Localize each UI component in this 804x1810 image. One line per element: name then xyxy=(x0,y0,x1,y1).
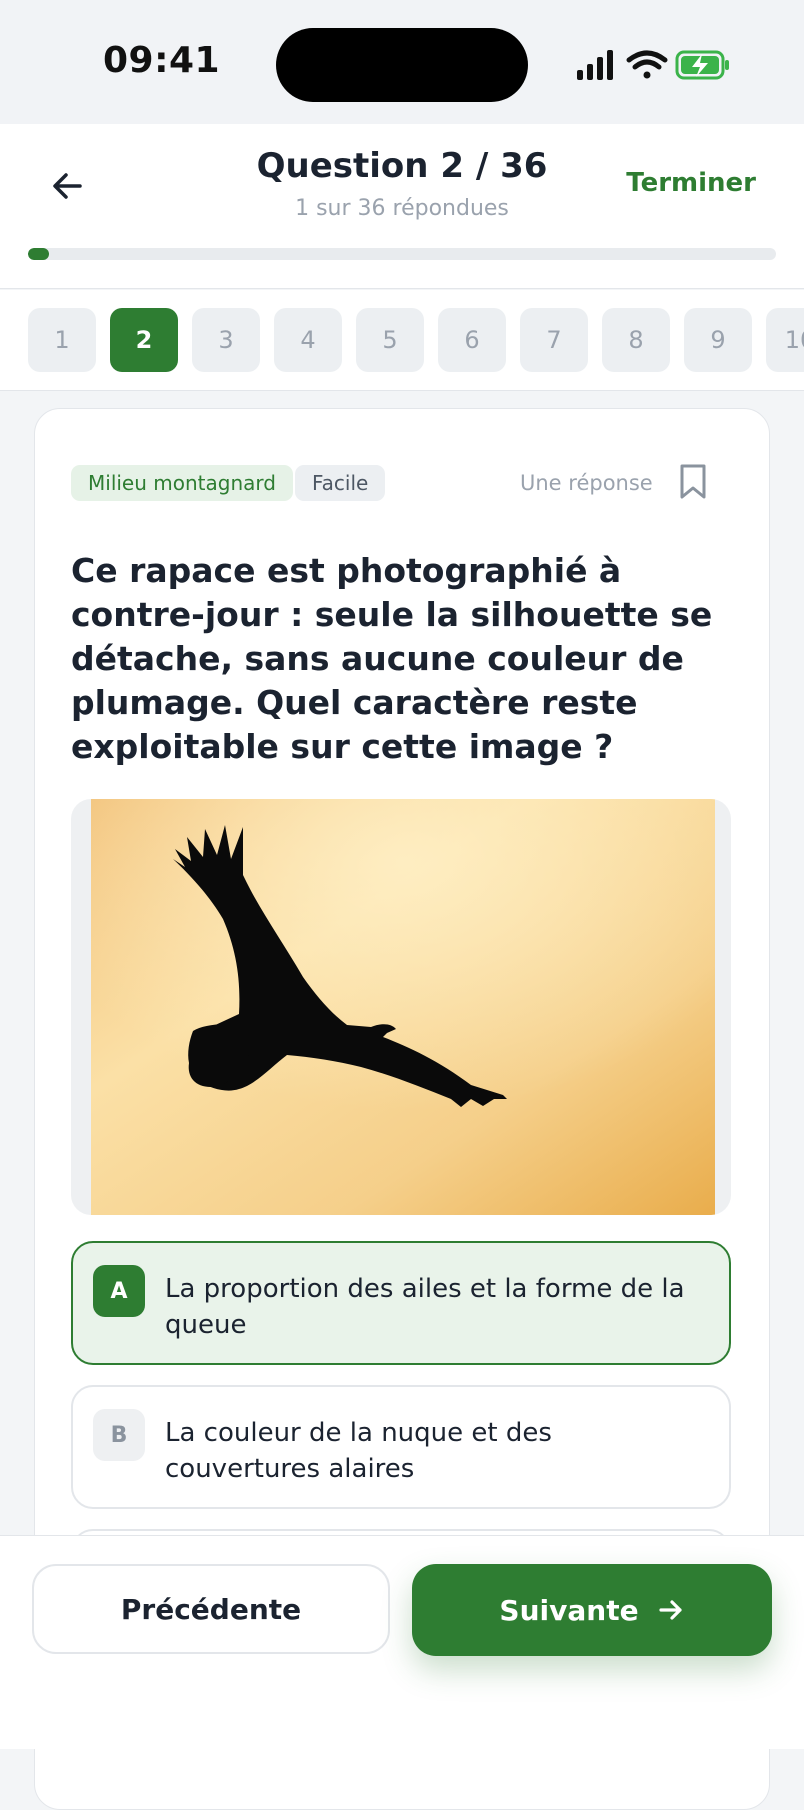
dynamic-island xyxy=(276,28,528,102)
question-number-6[interactable]: 6 xyxy=(438,308,506,372)
status-time: 09:41 xyxy=(103,40,221,81)
question-number-7[interactable]: 7 xyxy=(520,308,588,372)
question-number-2[interactable]: 2 xyxy=(110,308,178,372)
answer-option-a[interactable]: A La proportion des ailes et la forme de… xyxy=(71,1241,731,1365)
answered-count: 1 sur 36 répondues xyxy=(295,196,509,221)
question-number-3[interactable]: 3 xyxy=(192,308,260,372)
cellular-signal-icon xyxy=(577,50,613,80)
question-number-9[interactable]: 9 xyxy=(684,308,752,372)
quiz-header: Question 2 / 36 1 sur 36 répondues Termi… xyxy=(0,124,804,289)
answer-type-label: Une réponse xyxy=(520,471,653,495)
question-number-strip[interactable]: 12345678910 xyxy=(0,290,804,391)
option-letter-badge: B xyxy=(93,1409,145,1461)
progress-bar xyxy=(28,248,776,260)
answer-option-b[interactable]: B La couleur de la nuque et des couvertu… xyxy=(71,1385,731,1509)
option-letter-badge: A xyxy=(93,1265,145,1317)
question-number-1[interactable]: 1 xyxy=(28,308,96,372)
next-button[interactable]: Suivante xyxy=(412,1564,772,1656)
wifi-icon xyxy=(626,50,668,79)
previous-button-label: Précédente xyxy=(120,1592,302,1626)
next-button-label: Suivante xyxy=(499,1593,639,1627)
question-number-4[interactable]: 4 xyxy=(274,308,342,372)
status-bar: 09:41 xyxy=(0,0,804,124)
habitat-tag: Milieu montagnard xyxy=(71,465,293,501)
progress-fill xyxy=(28,248,49,260)
question-image-frame xyxy=(71,799,731,1215)
arrow-right-icon xyxy=(658,1600,682,1620)
status-icons xyxy=(577,50,729,80)
question-number-5[interactable]: 5 xyxy=(356,308,424,372)
option-text: La couleur de la nuque et des couverture… xyxy=(165,1418,552,1484)
question-number-8[interactable]: 8 xyxy=(602,308,670,372)
previous-button[interactable]: Précédente xyxy=(32,1564,390,1654)
bookmark-icon[interactable] xyxy=(678,463,708,501)
battery-charging-icon xyxy=(675,50,729,80)
difficulty-tag: Facile xyxy=(295,465,386,501)
bottom-navigation-bar: Précédente Suivante xyxy=(0,1535,804,1749)
finish-button[interactable]: Terminer xyxy=(626,168,756,198)
question-text: Ce rapace est photographié à contre-jour… xyxy=(71,551,713,766)
raptor-silhouette-photo xyxy=(91,799,715,1215)
question-number-10[interactable]: 10 xyxy=(766,308,804,372)
option-text: La proportion des ailes et la forme de l… xyxy=(165,1274,685,1340)
